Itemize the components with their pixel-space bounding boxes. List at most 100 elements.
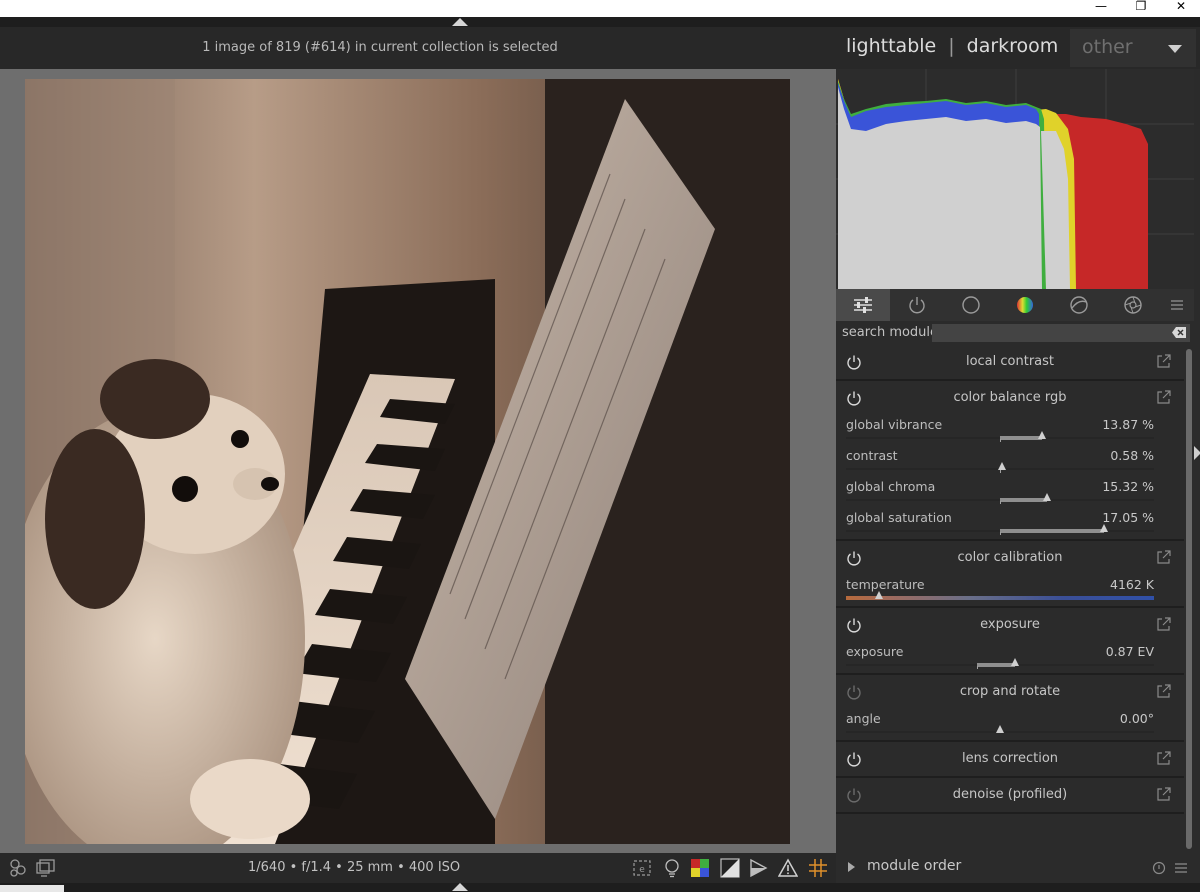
tab-active-modules[interactable] — [890, 289, 944, 321]
slider-label: global chroma — [846, 479, 936, 494]
external-link-icon[interactable] — [1156, 786, 1172, 802]
power-icon[interactable] — [846, 787, 862, 803]
power-icon[interactable] — [846, 751, 862, 767]
external-link-icon[interactable] — [1156, 750, 1172, 766]
view-darkroom[interactable]: darkroom — [967, 35, 1059, 57]
right-panel-toggle-icon[interactable] — [1194, 446, 1200, 460]
module-header[interactable]: lens correction — [836, 742, 1184, 776]
reset-icon[interactable] — [1152, 861, 1166, 875]
clear-search-icon[interactable] — [1172, 327, 1186, 338]
view-other-dropdown[interactable]: other — [1070, 29, 1196, 67]
external-link-icon[interactable] — [1156, 353, 1172, 369]
second-window-icon[interactable] — [36, 858, 56, 878]
slider-global-saturation[interactable]: global saturation 17.05 % — [846, 508, 1154, 538]
module-title: lens correction — [961, 751, 1059, 766]
tab-effect[interactable] — [1106, 289, 1160, 321]
image-canvas[interactable] — [0, 69, 836, 853]
slider-value: 0.58 % — [1110, 448, 1154, 463]
external-link-icon[interactable] — [1156, 549, 1172, 565]
temperature-gradient-track — [846, 596, 1154, 600]
restore-button[interactable]: ❐ — [1126, 0, 1156, 14]
slider-handle[interactable] — [1011, 658, 1019, 666]
module-header[interactable]: exposure — [836, 608, 1184, 642]
module-title: color balance rgb — [953, 390, 1067, 405]
styles-icon[interactable] — [8, 858, 28, 878]
hamburger-icon[interactable] — [1174, 861, 1188, 875]
module-order-label[interactable]: module order — [867, 858, 961, 874]
aperture-icon — [1124, 296, 1142, 314]
power-icon[interactable] — [846, 390, 862, 406]
search-module-input[interactable] — [932, 324, 1190, 342]
module-crop-and-rotate: crop and rotate angle 0.00° — [836, 675, 1184, 742]
expand-arrow-icon[interactable] — [848, 862, 855, 872]
slider-handle[interactable] — [998, 462, 1006, 470]
softproof-icon[interactable] — [748, 858, 768, 878]
slider-handle[interactable] — [1100, 524, 1108, 532]
color-wheel-icon — [1017, 297, 1033, 313]
slider-label: global saturation — [846, 510, 952, 525]
module-denoise-profiled: denoise (profiled) — [836, 778, 1184, 814]
slider-handle[interactable] — [1038, 431, 1046, 439]
svg-text:e: e — [639, 865, 645, 875]
focus-peaking-icon[interactable]: e — [632, 858, 652, 878]
selection-info: 1 image of 819 (#614) in current collect… — [202, 40, 558, 55]
image-exif-info: 1/640 • f/1.4 • 25 mm • 400 ISO — [248, 860, 461, 875]
slider-handle[interactable] — [1043, 493, 1051, 501]
bottom-toolbar: 1/640 • f/1.4 • 25 mm • 400 ISO e — [0, 853, 836, 883]
filmstrip-toggle-tab[interactable] — [0, 885, 64, 892]
power-icon[interactable] — [846, 354, 862, 370]
view-switcher: lighttable|darkroom| — [846, 35, 1089, 57]
external-link-icon[interactable] — [1156, 616, 1172, 632]
color-assessment-icon[interactable] — [690, 858, 710, 878]
view-other: other — [1082, 36, 1133, 58]
tab-presets[interactable] — [1160, 289, 1194, 321]
tab-color[interactable] — [998, 289, 1052, 321]
module-title: denoise (profiled) — [952, 787, 1068, 802]
darktable-window: — ❐ ✕ 1 image of 819 (#614) in current c… — [0, 0, 1200, 892]
scrollbar-thumb[interactable] — [1186, 349, 1192, 849]
slider-fill — [1000, 498, 1047, 502]
bottom-panel-toggle-icon[interactable] — [452, 883, 468, 891]
close-button[interactable]: ✕ — [1166, 0, 1196, 14]
lightbulb-icon[interactable] — [662, 858, 682, 878]
top-panel-toggle-strip — [0, 17, 1200, 27]
slider-zero-tick — [977, 666, 978, 669]
clipping-indicator-icon[interactable] — [720, 858, 740, 878]
module-list: local contrast color balance rgb global … — [836, 345, 1184, 819]
photo-image — [25, 79, 790, 844]
slider-fill — [977, 663, 1015, 667]
slider-contrast[interactable]: contrast 0.58 % — [846, 446, 1154, 476]
slider-exposure[interactable]: exposure 0.87 EV — [846, 642, 1154, 672]
slider-global-chroma[interactable]: global chroma 15.32 % — [846, 477, 1154, 507]
external-link-icon[interactable] — [1156, 683, 1172, 699]
module-header[interactable]: color calibration — [836, 541, 1184, 575]
power-icon[interactable] — [846, 684, 862, 700]
module-header[interactable]: local contrast — [836, 345, 1184, 379]
power-icon[interactable] — [846, 617, 862, 633]
module-header[interactable]: crop and rotate — [836, 675, 1184, 709]
top-panel-toggle-icon[interactable] — [452, 18, 468, 26]
minimize-button[interactable]: — — [1086, 0, 1116, 14]
slider-handle[interactable] — [875, 591, 883, 599]
module-header[interactable]: denoise (profiled) — [836, 778, 1184, 812]
slider-label: temperature — [846, 577, 925, 592]
module-color-balance-rgb: color balance rgb global vibrance 13.87 … — [836, 381, 1184, 541]
slider-label: contrast — [846, 448, 898, 463]
guides-icon[interactable] — [808, 858, 828, 878]
power-icon[interactable] — [846, 550, 862, 566]
external-link-icon[interactable] — [1156, 389, 1172, 405]
slider-angle[interactable]: angle 0.00° — [846, 709, 1154, 739]
module-list-scrollbar[interactable] — [1186, 349, 1192, 849]
tab-correct[interactable] — [1052, 289, 1106, 321]
module-header[interactable]: color balance rgb — [836, 381, 1184, 415]
slider-value: 0.87 EV — [1105, 644, 1154, 659]
tab-quick-access[interactable] — [836, 289, 890, 321]
tab-base[interactable] — [944, 289, 998, 321]
gamut-check-icon[interactable] — [778, 858, 798, 878]
slider-global-vibrance[interactable]: global vibrance 13.87 % — [846, 415, 1154, 445]
slider-temperature[interactable]: temperature 4162 K — [846, 575, 1154, 605]
histogram[interactable] — [836, 69, 1194, 289]
slider-handle[interactable] — [996, 725, 1004, 733]
view-lighttable[interactable]: lighttable — [846, 35, 936, 57]
slider-fill — [1000, 436, 1042, 440]
